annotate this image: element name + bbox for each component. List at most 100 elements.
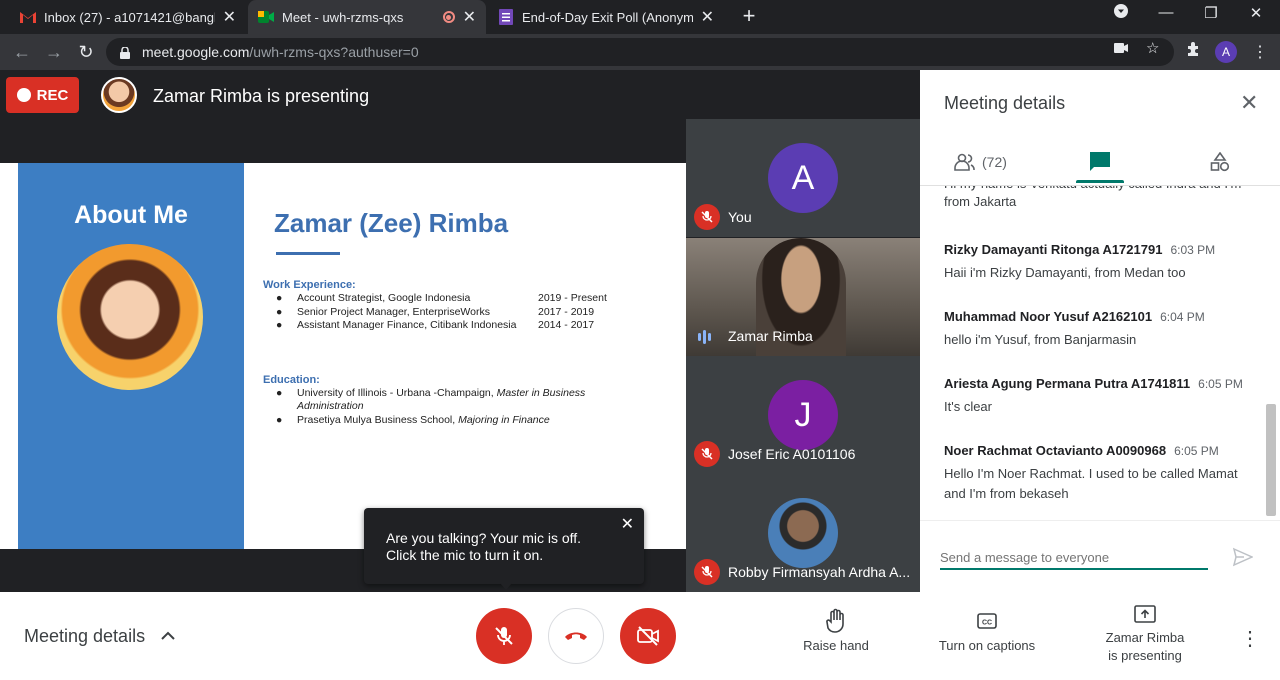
participant-tile-josef[interactable]: J Josef Eric A0101106 bbox=[686, 356, 920, 474]
mic-off-icon bbox=[694, 441, 720, 467]
more-options-icon[interactable]: ⋮ bbox=[1240, 626, 1260, 650]
recording-badge: REC bbox=[6, 77, 79, 113]
participant-name: Zamar Rimba bbox=[728, 328, 813, 344]
mic-off-icon bbox=[495, 627, 513, 645]
participant-name: You bbox=[728, 209, 752, 225]
message-text: It's clear bbox=[944, 399, 992, 414]
raise-hand-label: Raise hand bbox=[803, 638, 869, 653]
new-tab-button[interactable]: + bbox=[737, 5, 761, 29]
message-text: from Jakarta bbox=[944, 194, 1017, 209]
chrome-menu-icon[interactable]: ⋮ bbox=[1252, 42, 1268, 62]
recording-icon bbox=[442, 11, 455, 23]
chevron-up-icon[interactable] bbox=[160, 628, 176, 644]
message-sender: Muhammad Noor Yusuf A2162101 bbox=[944, 309, 1153, 324]
close-icon[interactable]: ✕ bbox=[463, 7, 476, 27]
participant-avatar: J bbox=[768, 380, 838, 450]
participant-avatar bbox=[768, 498, 838, 568]
raise-hand-button[interactable]: Raise hand bbox=[796, 608, 876, 655]
message-time: 6:05 PM bbox=[1174, 444, 1219, 458]
work-heading: Work Experience: bbox=[263, 279, 356, 291]
mic-off-icon bbox=[694, 204, 720, 230]
people-icon bbox=[954, 153, 975, 171]
mic-off-tooltip: Are you talking? Your mic is off. Click … bbox=[364, 508, 644, 584]
presentation-slide: About Me Zamar (Zee) Rimba Work Experien… bbox=[0, 163, 686, 549]
forward-icon[interactable]: → bbox=[42, 40, 66, 64]
close-icon[interactable]: ✕ bbox=[1240, 90, 1258, 116]
tab-meet[interactable]: Meet - uwh-rzms-qxs ✕ bbox=[248, 0, 486, 34]
minimize-icon[interactable]: — bbox=[1152, 4, 1180, 28]
send-icon[interactable] bbox=[1233, 547, 1253, 567]
slide-divider bbox=[276, 252, 340, 255]
participant-name: Josef Eric A0101106 bbox=[728, 446, 856, 462]
star-icon[interactable]: ☆ bbox=[1146, 39, 1159, 57]
close-icon[interactable]: ✕ bbox=[701, 7, 714, 27]
message-sender: Ariesta Agung Permana Putra A1741811 bbox=[944, 376, 1191, 391]
restore-icon[interactable]: ❐ bbox=[1197, 4, 1225, 28]
tooltip-text: Are you talking? Your mic is off. Click … bbox=[386, 530, 582, 563]
message-time: 6:03 PM bbox=[1170, 243, 1216, 257]
chat-message-input[interactable] bbox=[940, 546, 1208, 570]
participant-avatar: A bbox=[768, 143, 838, 213]
hang-up-icon bbox=[565, 632, 587, 640]
extensions-icon[interactable] bbox=[1186, 40, 1202, 60]
hand-icon bbox=[826, 608, 844, 633]
participant-tile-robby[interactable]: Robby Firmansyah Ardha A... bbox=[686, 474, 920, 592]
slide-sidebar: About Me bbox=[18, 163, 244, 549]
tab-chat[interactable] bbox=[1089, 146, 1111, 178]
camera-toggle-button[interactable] bbox=[620, 608, 676, 664]
participant-tile-you[interactable]: A You bbox=[686, 119, 920, 237]
message-time: 6:04 PM bbox=[1160, 310, 1205, 324]
meeting-controls-bar: Meeting details Raise hand CC Turn on ca… bbox=[0, 592, 1280, 680]
captions-icon: CC bbox=[977, 613, 997, 629]
browser-tab-bar: Inbox (27) - a1071421@bangkit.a ✕ Meet -… bbox=[0, 0, 1280, 34]
tab-title: Inbox (27) - a1071421@bangkit.a bbox=[44, 9, 215, 25]
close-icon[interactable]: ✕ bbox=[223, 7, 236, 27]
participant-name: Robby Firmansyah Ardha A... bbox=[728, 564, 911, 580]
tooltip-arrow bbox=[500, 583, 512, 590]
chat-message: Noer Rachmat Octavianto A0090968 6:05 PM … bbox=[944, 442, 1244, 504]
tab-forms[interactable]: End-of-Day Exit Poll (Anonymous ✕ bbox=[488, 0, 724, 34]
slide-name: Zamar (Zee) Rimba bbox=[274, 208, 509, 238]
meeting-details-button[interactable]: Meeting details bbox=[24, 626, 145, 647]
leave-call-button[interactable] bbox=[548, 608, 604, 664]
chat-scrollbar[interactable] bbox=[1266, 404, 1276, 516]
tab-title: Meet - uwh-rzms-qxs bbox=[282, 9, 404, 25]
back-icon[interactable]: ← bbox=[10, 40, 34, 64]
activities-icon bbox=[1210, 152, 1230, 172]
message-time: 6:05 PM bbox=[1198, 377, 1243, 391]
record-dot-icon bbox=[16, 88, 31, 102]
present-screen-icon bbox=[1134, 605, 1156, 623]
forms-icon bbox=[498, 9, 514, 25]
mic-off-icon bbox=[694, 559, 720, 585]
slide-photo bbox=[57, 244, 203, 390]
microphone-toggle-button[interactable] bbox=[476, 608, 532, 664]
tab-gmail[interactable]: Inbox (27) - a1071421@bangkit.a ✕ bbox=[10, 0, 246, 34]
address-bar: ← → ↻ meet.google.com/uwh-rzms-qxs?authu… bbox=[0, 34, 1280, 70]
tab-people[interactable]: (72) bbox=[954, 146, 1007, 178]
close-icon[interactable]: ✕ bbox=[621, 516, 634, 533]
present-button[interactable]: Zamar Rimba is presenting bbox=[1092, 604, 1198, 665]
message-sender: Rizky Damayanti Ritonga A1721791 bbox=[944, 242, 1163, 257]
profile-menu-icon[interactable] bbox=[1107, 4, 1135, 28]
presenting-label-line1: Zamar Rimba bbox=[1105, 630, 1185, 645]
participant-tile-zamar[interactable]: Zamar Rimba bbox=[686, 238, 920, 356]
lock-icon bbox=[120, 46, 130, 59]
chat-message: Hi my name is Venkatu actually called In… bbox=[944, 186, 1244, 212]
chat-message: Ariesta Agung Permana Putra A1741811 6:05… bbox=[944, 375, 1244, 417]
profile-avatar[interactable]: A bbox=[1215, 41, 1237, 63]
chat-messages[interactable]: Hi my name is Venkatu actually called In… bbox=[920, 186, 1266, 518]
tab-activities[interactable] bbox=[1210, 146, 1230, 178]
close-window-icon[interactable]: ✕ bbox=[1242, 4, 1270, 28]
captions-button[interactable]: CC Turn on captions bbox=[927, 608, 1047, 655]
camera-off-icon bbox=[637, 626, 659, 646]
presenter-avatar bbox=[101, 77, 137, 113]
presenting-label-line2: is presenting bbox=[1108, 648, 1182, 663]
chat-message: Rizky Damayanti Ritonga A1721791 6:03 PM … bbox=[944, 241, 1244, 283]
camera-icon[interactable] bbox=[1114, 40, 1128, 57]
speaking-indicator-icon bbox=[698, 330, 711, 344]
chat-message: Muhammad Noor Yusuf A2162101 6:04 PM hell… bbox=[944, 308, 1244, 350]
message-text: hello i'm Yusuf, from Banjarmasin bbox=[944, 332, 1137, 347]
meeting-details-panel: Meeting details ✕ (72) Hi my name is Ven… bbox=[920, 70, 1280, 592]
url-field[interactable]: meet.google.com/uwh-rzms-qxs?authuser=0 bbox=[106, 38, 1174, 66]
reload-icon[interactable]: ↻ bbox=[74, 40, 98, 64]
